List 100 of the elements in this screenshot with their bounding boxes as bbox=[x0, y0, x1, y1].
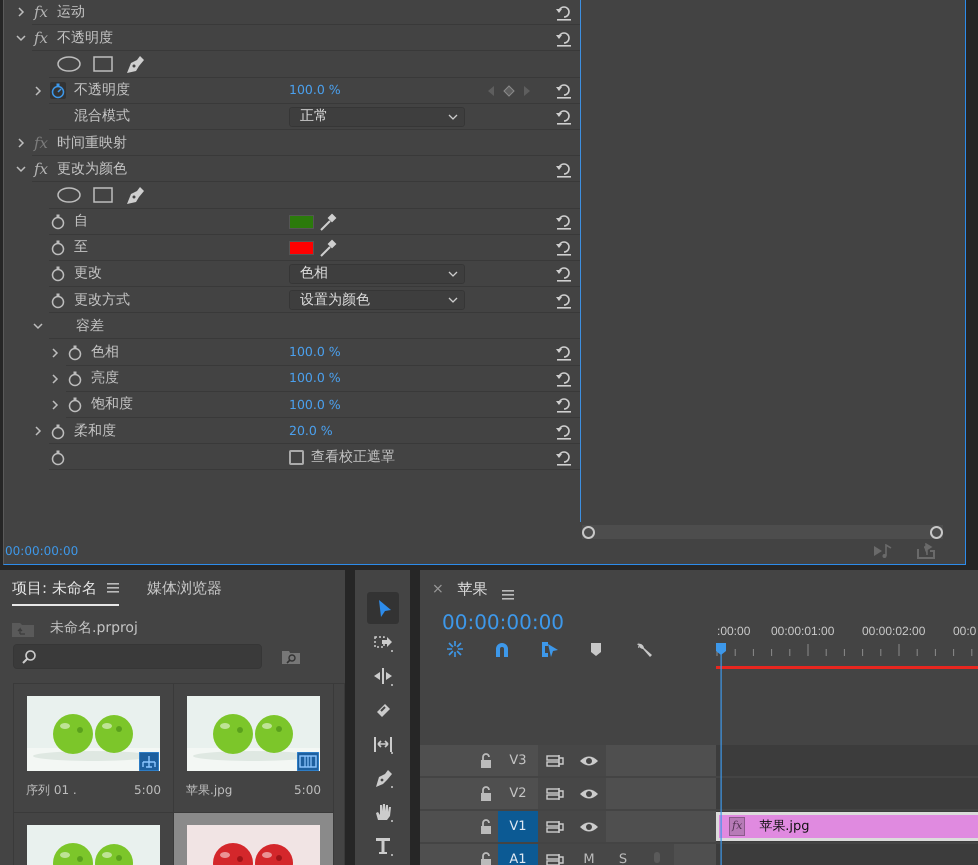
track-target[interactable]: A1 bbox=[498, 844, 538, 865]
sequence-tab[interactable]: 苹果 bbox=[458, 578, 488, 600]
eye-icon[interactable] bbox=[579, 754, 599, 766]
lock-icon[interactable] bbox=[480, 852, 492, 865]
timecode[interactable]: 00:00:00:00 bbox=[5, 542, 78, 560]
fx-badge[interactable]: fx bbox=[31, 158, 57, 180]
reset-icon[interactable] bbox=[555, 82, 572, 100]
stopwatch-icon[interactable] bbox=[50, 292, 66, 309]
rectangle-mask-icon[interactable] bbox=[93, 187, 113, 204]
reset-icon[interactable] bbox=[555, 422, 572, 440]
reset-icon[interactable] bbox=[555, 265, 572, 282]
effect-name: 更改为颜色 bbox=[57, 160, 127, 179]
ripple-tool-icon[interactable] bbox=[372, 666, 392, 686]
param-label: 亮度 bbox=[91, 369, 119, 388]
sync-lock-icon[interactable] bbox=[546, 820, 564, 834]
timecode[interactable]: 00:00:00:00 bbox=[442, 610, 716, 634]
checkbox[interactable] bbox=[289, 450, 304, 465]
param-value[interactable]: 100.0 % bbox=[289, 343, 341, 362]
slip-tool-icon[interactable] bbox=[372, 734, 392, 754]
stopwatch-icon[interactable] bbox=[50, 265, 66, 282]
pen-mask-icon[interactable] bbox=[125, 185, 145, 206]
clip-name: 苹果.jpg bbox=[759, 818, 810, 836]
ruler-label: 00:00:01:00 bbox=[771, 623, 834, 640]
ellipse-mask-icon[interactable] bbox=[57, 187, 81, 204]
fx-badge[interactable]: fx bbox=[31, 0, 57, 24]
sync-lock-icon[interactable] bbox=[546, 786, 564, 800]
scroll-handle[interactable] bbox=[930, 526, 943, 538]
ruler-label: :00:00 bbox=[717, 623, 750, 640]
reset-icon[interactable] bbox=[555, 108, 572, 126]
reset-icon[interactable] bbox=[555, 370, 572, 388]
solo-button[interactable]: S bbox=[606, 844, 640, 865]
project-file-name: 未命名.prproj bbox=[50, 619, 138, 638]
param-value[interactable]: 100.0 % bbox=[289, 396, 341, 414]
stopwatch-icon[interactable] bbox=[50, 213, 66, 230]
dropdown[interactable]: 正常 bbox=[289, 106, 465, 127]
caret-icon[interactable] bbox=[448, 114, 458, 120]
reset-icon[interactable] bbox=[555, 292, 572, 309]
zoom-scrollbar[interactable] bbox=[582, 525, 943, 539]
dropdown[interactable]: 设置为颜色 bbox=[289, 290, 465, 310]
menu-icon[interactable] bbox=[502, 590, 514, 600]
project-item[interactable]: 序列 01 . 5:00 bbox=[14, 684, 174, 813]
param-value[interactable]: 100.0 % bbox=[289, 369, 341, 388]
lock-icon[interactable] bbox=[480, 753, 492, 768]
stopwatch-icon[interactable] bbox=[67, 396, 83, 414]
lock-icon[interactable] bbox=[480, 786, 492, 801]
mute-button[interactable]: M bbox=[572, 844, 606, 865]
sync-lock-icon[interactable] bbox=[546, 852, 564, 865]
close-button[interactable]: × bbox=[432, 579, 444, 600]
param-value[interactable]: 100.0 % bbox=[289, 81, 341, 100]
item-duration: 5:00 bbox=[134, 782, 161, 799]
reset-icon[interactable] bbox=[555, 344, 572, 362]
stopwatch-icon[interactable] bbox=[50, 82, 66, 100]
playhead[interactable] bbox=[715, 643, 727, 865]
param-label: 柔和度 bbox=[74, 422, 116, 441]
add-keyframe-icon[interactable] bbox=[503, 84, 515, 97]
search-icon bbox=[22, 650, 36, 664]
panel-tab[interactable]: 项目: 未命名 bbox=[12, 576, 119, 606]
sync-lock-icon[interactable] bbox=[546, 754, 564, 768]
reset-icon[interactable] bbox=[555, 396, 572, 414]
ruler-label: 00:00:02:00 bbox=[862, 623, 926, 640]
find-icon[interactable] bbox=[282, 650, 300, 664]
eye-icon[interactable] bbox=[579, 788, 599, 800]
menu-icon[interactable] bbox=[106, 582, 119, 593]
param-value[interactable]: 20.0 % bbox=[289, 422, 333, 440]
color-swatch[interactable] bbox=[289, 240, 314, 255]
dropdown[interactable]: 色相 bbox=[289, 264, 465, 284]
effect-name: 时间重映射 bbox=[57, 134, 127, 153]
panel-tab[interactable]: 媒体浏览器 bbox=[146, 576, 222, 606]
color-swatch[interactable] bbox=[289, 214, 314, 229]
reset-icon[interactable] bbox=[555, 30, 572, 47]
time-ruler[interactable]: :00:00 00:00:01:00 00:00:02:00 00:0 bbox=[716, 622, 978, 666]
reset-icon[interactable] bbox=[555, 448, 572, 466]
reset-icon[interactable] bbox=[555, 4, 572, 21]
caret-icon[interactable] bbox=[448, 297, 458, 304]
reset-icon[interactable] bbox=[555, 239, 572, 256]
item-duration: 5:00 bbox=[294, 782, 321, 799]
stopwatch-icon[interactable] bbox=[50, 448, 66, 466]
reset-icon[interactable] bbox=[555, 213, 572, 230]
param-label: 混合模式 bbox=[74, 107, 130, 126]
stopwatch-icon[interactable] bbox=[67, 370, 83, 388]
param-label: 更改方式 bbox=[74, 290, 130, 310]
ellipse-mask-icon[interactable] bbox=[57, 56, 81, 72]
selection-tool-button[interactable] bbox=[366, 592, 398, 624]
reset-icon[interactable] bbox=[555, 160, 572, 178]
scroll-handle[interactable] bbox=[582, 526, 595, 538]
video-clip[interactable]: fx 苹果.jpg bbox=[716, 812, 978, 841]
search-field[interactable] bbox=[13, 644, 262, 669]
rectangle-mask-icon[interactable] bbox=[93, 56, 113, 72]
lock-icon[interactable] bbox=[480, 819, 492, 834]
project-item[interactable]: 苹果.jpg 5:00 bbox=[174, 684, 334, 813]
eyedropper-icon[interactable] bbox=[319, 212, 337, 231]
eyedropper-icon[interactable] bbox=[319, 238, 337, 257]
eye-icon[interactable] bbox=[579, 820, 599, 832]
stopwatch-icon[interactable] bbox=[50, 422, 66, 440]
fx-badge[interactable]: fx bbox=[31, 27, 57, 50]
pen-mask-icon[interactable] bbox=[125, 54, 145, 74]
stopwatch-icon[interactable] bbox=[50, 239, 66, 256]
stopwatch-icon[interactable] bbox=[67, 344, 83, 362]
caret-icon[interactable] bbox=[448, 270, 458, 277]
track-target[interactable]: V1 bbox=[498, 811, 538, 842]
